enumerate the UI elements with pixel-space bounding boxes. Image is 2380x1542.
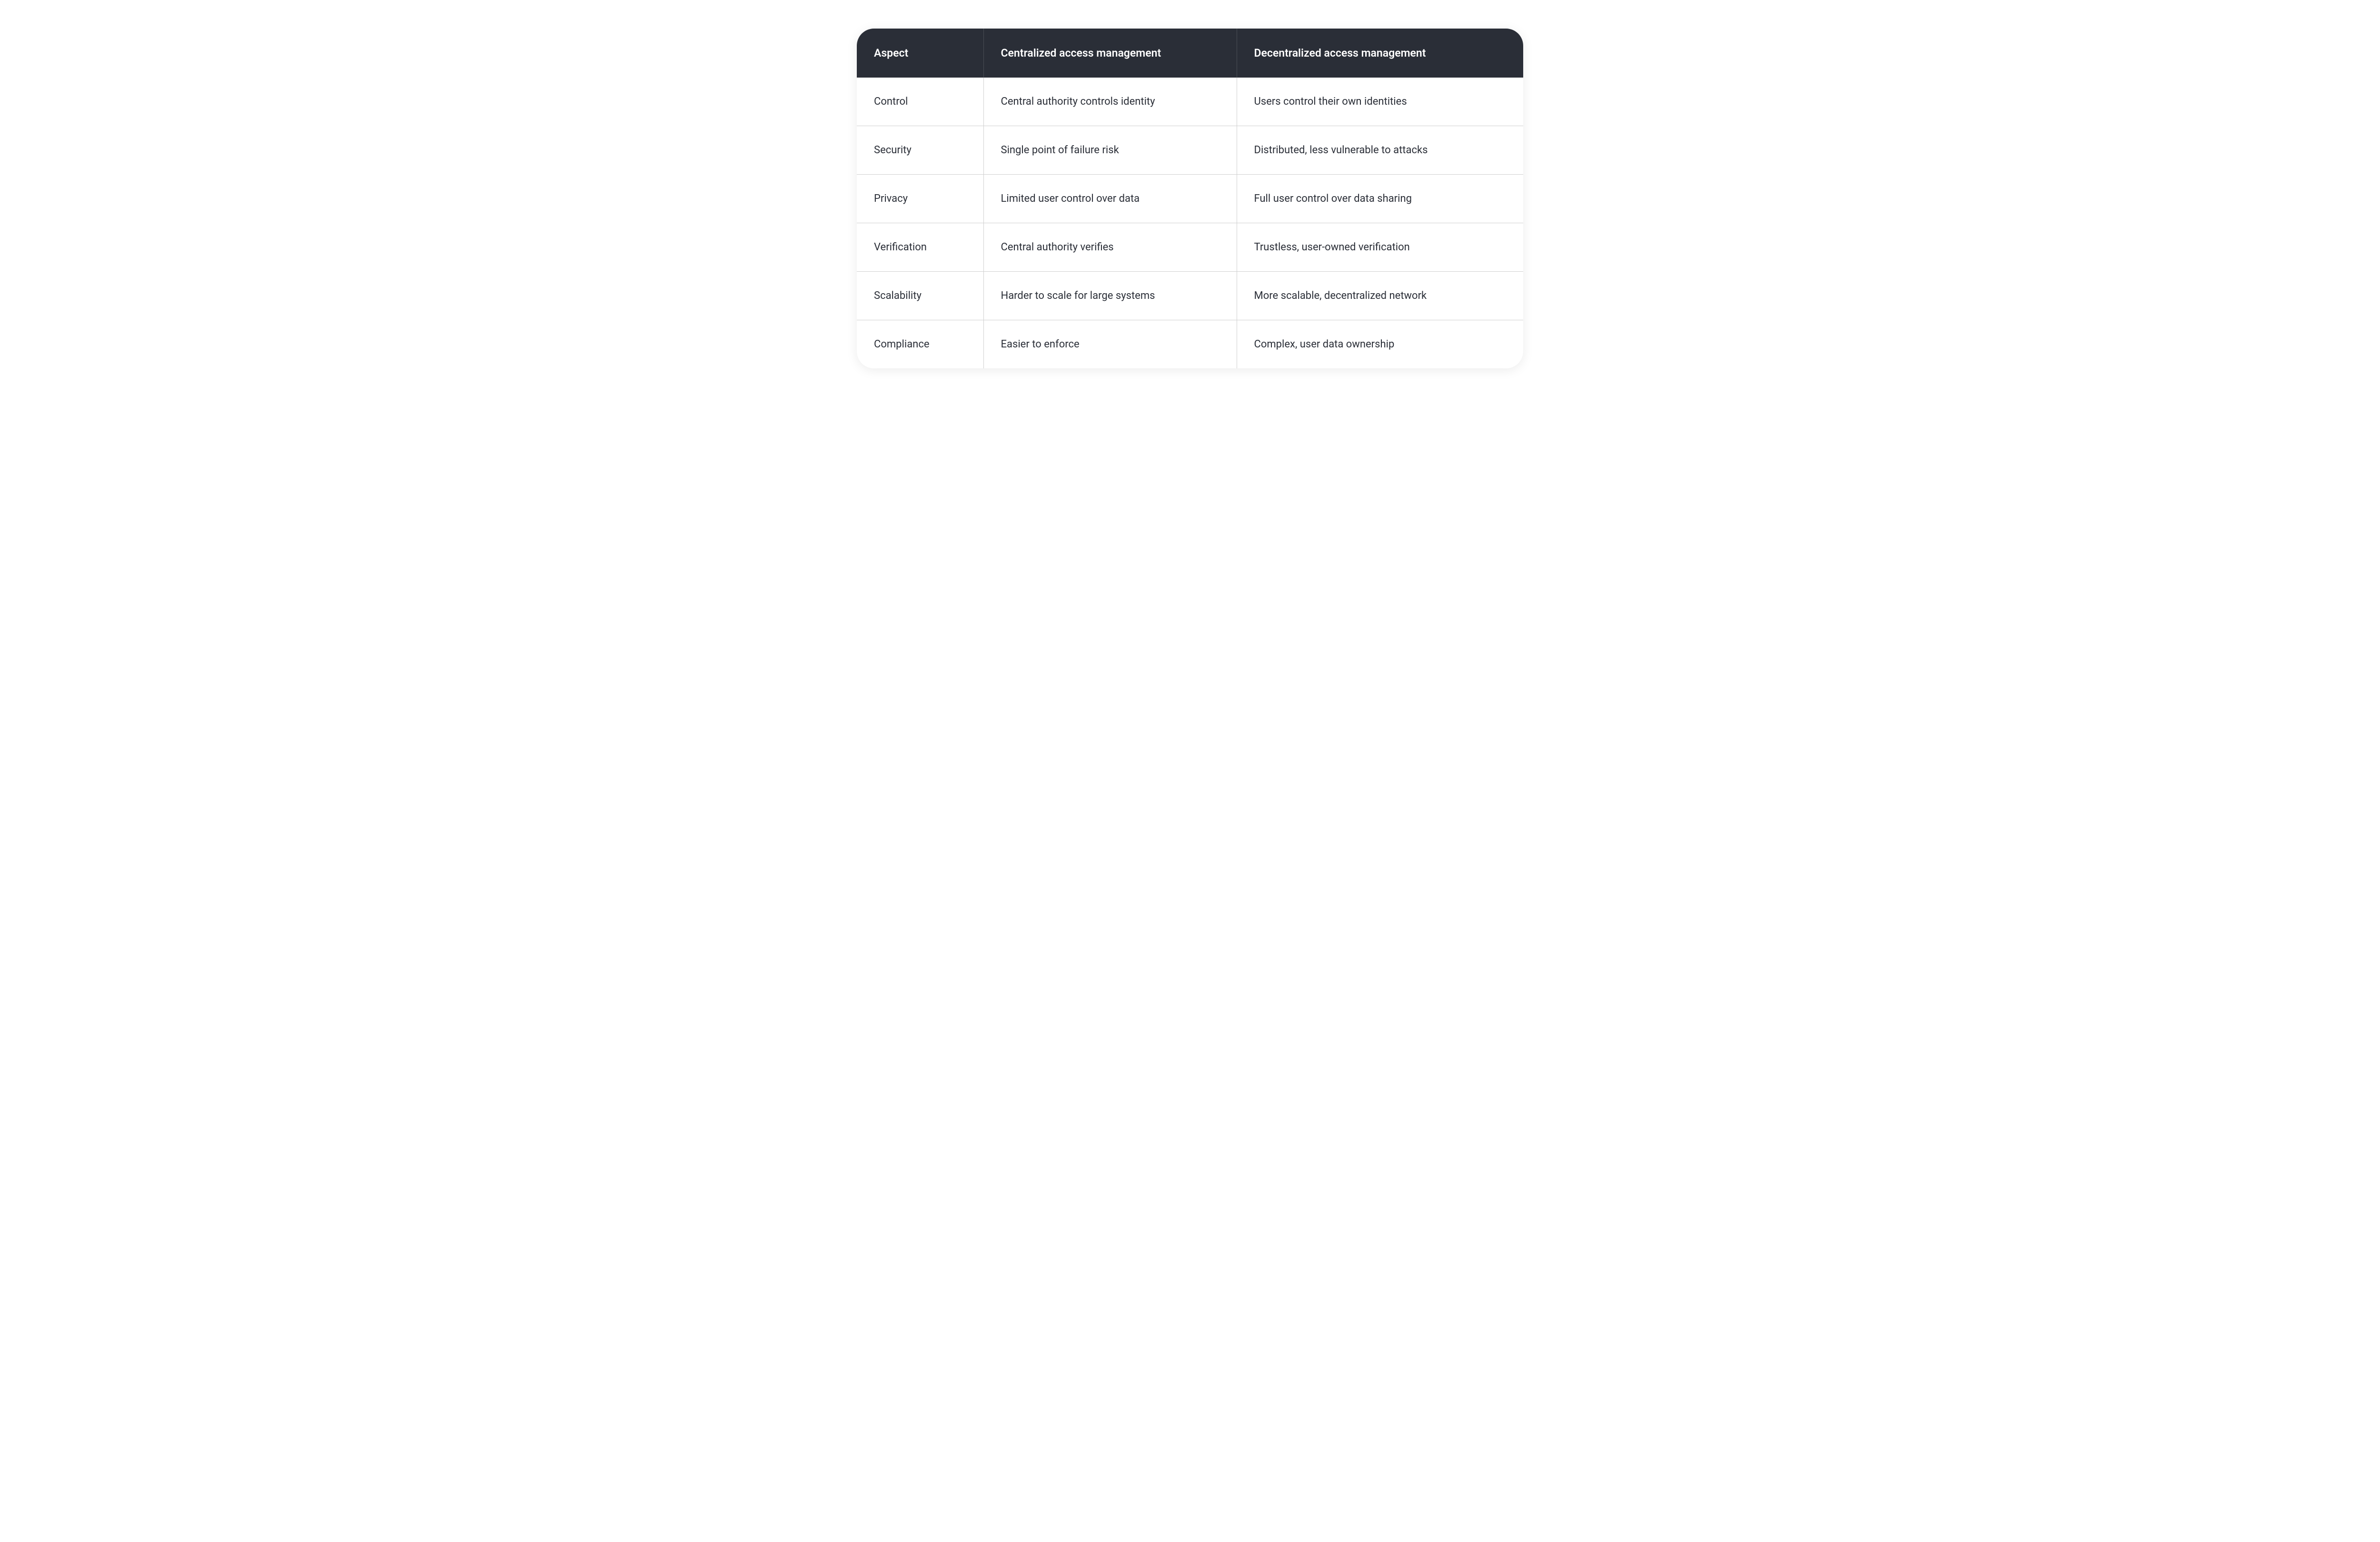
- cell-decentralized: Complex, user data ownership: [1237, 320, 1523, 369]
- cell-decentralized: Users control their own identities: [1237, 78, 1523, 126]
- table-row: Control Central authority controls ident…: [857, 78, 1523, 126]
- table-header-row: Aspect Centralized access management Dec…: [857, 29, 1523, 78]
- table-row: Compliance Easier to enforce Complex, us…: [857, 320, 1523, 369]
- cell-aspect: Privacy: [857, 175, 983, 223]
- cell-decentralized: Full user control over data sharing: [1237, 175, 1523, 223]
- cell-centralized: Harder to scale for large systems: [983, 272, 1237, 320]
- cell-centralized: Single point of failure risk: [983, 126, 1237, 175]
- cell-centralized: Central authority controls identity: [983, 78, 1237, 126]
- cell-decentralized: Distributed, less vulnerable to attacks: [1237, 126, 1523, 175]
- header-decentralized: Decentralized access management: [1237, 29, 1523, 78]
- cell-aspect: Verification: [857, 223, 983, 272]
- cell-decentralized: Trustless, user-owned verification: [1237, 223, 1523, 272]
- cell-aspect: Security: [857, 126, 983, 175]
- header-aspect: Aspect: [857, 29, 983, 78]
- comparison-table: Aspect Centralized access management Dec…: [857, 29, 1523, 368]
- comparison-table-container: Aspect Centralized access management Dec…: [857, 29, 1523, 368]
- header-centralized: Centralized access management: [983, 29, 1237, 78]
- table-row: Verification Central authority verifies …: [857, 223, 1523, 272]
- table-row: Scalability Harder to scale for large sy…: [857, 272, 1523, 320]
- table-row: Security Single point of failure risk Di…: [857, 126, 1523, 175]
- cell-centralized: Central authority verifies: [983, 223, 1237, 272]
- cell-aspect: Control: [857, 78, 983, 126]
- table-row: Privacy Limited user control over data F…: [857, 175, 1523, 223]
- cell-decentralized: More scalable, decentralized network: [1237, 272, 1523, 320]
- cell-aspect: Scalability: [857, 272, 983, 320]
- cell-aspect: Compliance: [857, 320, 983, 369]
- cell-centralized: Easier to enforce: [983, 320, 1237, 369]
- cell-centralized: Limited user control over data: [983, 175, 1237, 223]
